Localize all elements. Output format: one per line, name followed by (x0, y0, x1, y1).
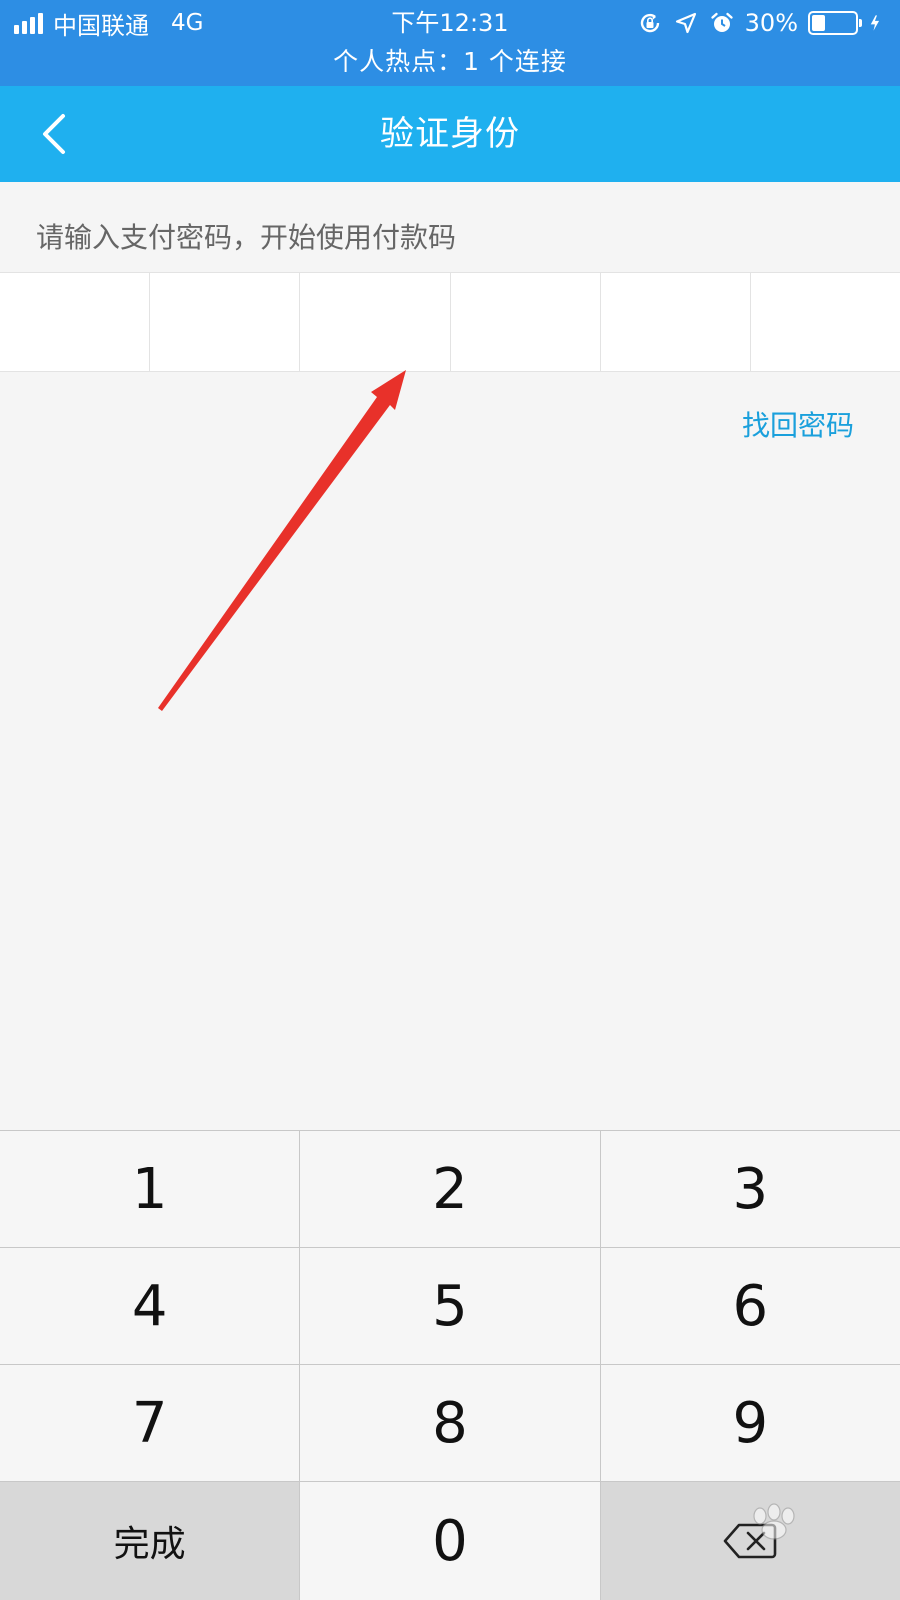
key-3[interactable]: 3 (600, 1131, 900, 1247)
backspace-icon (724, 1523, 777, 1559)
key-6[interactable]: 6 (600, 1248, 900, 1364)
key-4[interactable]: 4 (0, 1248, 301, 1364)
key-8[interactable]: 8 (300, 1365, 601, 1481)
location-icon (675, 12, 696, 34)
payment-password-input[interactable] (0, 272, 900, 372)
battery-fill (812, 15, 825, 31)
key-9[interactable]: 9 (600, 1365, 900, 1481)
key-5[interactable]: 5 (300, 1248, 601, 1364)
hotspot-status: 个人热点：1 个连接 (333, 47, 567, 76)
status-bar: 中国联通 4G 下午12:31 30% 个人热点：1 个连接 (0, 0, 900, 86)
key-2[interactable]: 2 (300, 1131, 601, 1247)
alarm-icon (710, 12, 733, 32)
rotation-lock-icon (640, 13, 659, 33)
pin-digit-box[interactable] (300, 273, 451, 371)
pin-digit-box[interactable] (751, 273, 900, 371)
key-0[interactable]: 0 (300, 1482, 601, 1600)
keypad-row: 1 2 3 (0, 1131, 900, 1248)
pin-digit-box[interactable] (150, 273, 301, 371)
pin-digit-box[interactable] (451, 273, 601, 371)
page-title: 验证身份 (380, 114, 520, 154)
charging-icon (870, 15, 880, 31)
password-prompt: 请输入支付密码，开始使用付款码 (36, 221, 457, 254)
keypad-row: 4 5 6 (0, 1248, 900, 1365)
pin-digit-box[interactable] (0, 273, 151, 371)
keypad-row: 7 8 9 (0, 1365, 900, 1482)
recover-password-link[interactable]: 找回密码 (742, 404, 854, 448)
status-bar-right: 30% (637, 6, 886, 40)
key-7[interactable]: 7 (0, 1365, 301, 1481)
nav-bar: 验证身份 (0, 86, 900, 182)
keypad-row: 完成 0 (0, 1482, 900, 1600)
back-button[interactable] (26, 106, 82, 162)
pin-digit-box[interactable] (601, 273, 751, 371)
chevron-left-icon (43, 114, 65, 154)
done-button[interactable]: 完成 (0, 1482, 301, 1600)
battery-percentage: 30% (744, 9, 798, 37)
delete-button[interactable] (600, 1482, 900, 1600)
key-1[interactable]: 1 (0, 1131, 301, 1247)
battery-icon (808, 11, 862, 35)
numeric-keypad: 1 2 3 4 5 6 7 8 9 完成 0 (0, 1130, 900, 1600)
